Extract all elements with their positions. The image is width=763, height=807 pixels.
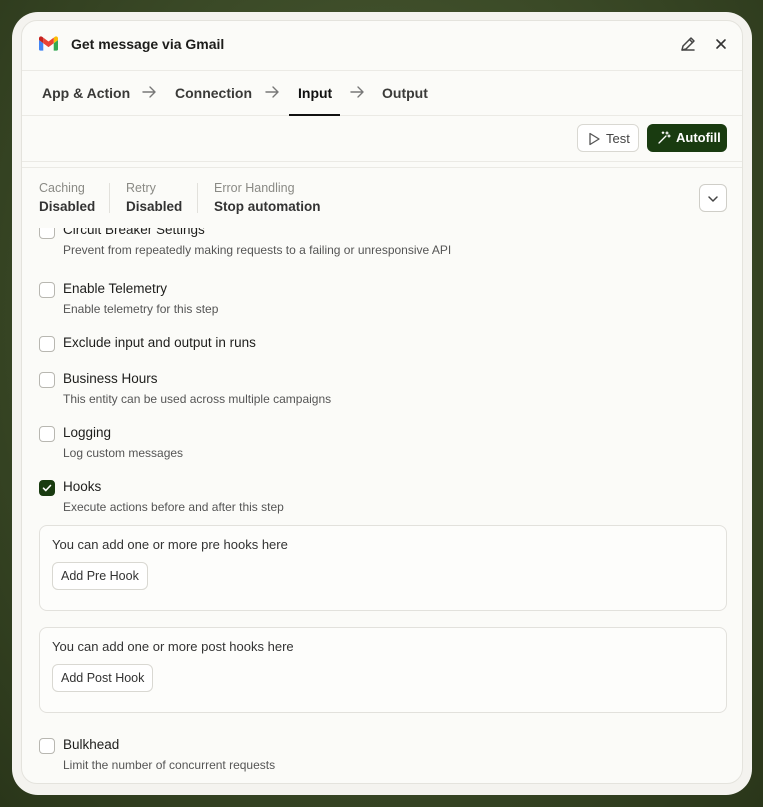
test-button-label: Test (606, 131, 630, 146)
summary-label: Caching (39, 181, 85, 195)
edit-button[interactable] (678, 34, 698, 54)
test-button[interactable]: Test (577, 124, 639, 152)
chevron-down-icon (708, 196, 718, 202)
tab-input[interactable]: Input (298, 85, 332, 101)
gmail-logo (39, 36, 58, 51)
setting-title: Business Hours (63, 371, 158, 386)
summary-caching: Caching Disabled (39, 181, 95, 214)
setting-title: Circuit Breaker Settings (63, 228, 205, 237)
close-icon (716, 39, 726, 49)
expand-summary-button[interactable] (699, 184, 727, 212)
tab-app-action[interactable]: App & Action (42, 85, 130, 101)
step-config-panel: Get message via Gmail App & Action Conne… (21, 20, 743, 784)
setting-description: Enable telemetry for this step (63, 302, 219, 316)
arrow-right-icon (142, 86, 156, 98)
page-title: Get message via Gmail (71, 36, 225, 52)
setting-description: This entity can be used across multiple … (63, 392, 332, 406)
setting-title: Enable Telemetry (63, 281, 168, 296)
divider (109, 183, 110, 213)
summary-value: Disabled (39, 199, 96, 214)
setting-description: Log custom messages (63, 446, 184, 460)
circuit-breaker-checkbox[interactable] (39, 228, 55, 239)
summary-label: Error Handling (214, 181, 295, 195)
tab-connection[interactable]: Connection (175, 85, 252, 101)
arrow-right-icon (350, 86, 364, 98)
exclude-io-checkbox[interactable] (39, 336, 55, 352)
tab-output[interactable]: Output (382, 85, 428, 101)
summary-value: Disabled (126, 199, 183, 214)
post-hooks-box: You can add one or more post hooks here … (39, 627, 727, 713)
pre-hooks-box: You can add one or more pre hooks here A… (39, 525, 727, 611)
pencil-icon (681, 37, 695, 51)
setting-title: Bulkhead (63, 737, 120, 752)
settings-list[interactable]: Circuit Breaker Settings Prevent from re… (22, 228, 742, 783)
setting-description: Prevent from repeatedly making requests … (63, 243, 452, 257)
magic-wand-icon (658, 131, 671, 144)
autofill-button-label: Autofill (676, 130, 721, 145)
toolbar: Test Autofill (22, 116, 742, 162)
autofill-button[interactable]: Autofill (647, 124, 727, 152)
summary-retry: Retry Disabled (126, 181, 182, 214)
setting-title: Logging (63, 425, 112, 440)
post-hooks-hint: You can add one or more post hooks here (52, 639, 294, 654)
summary-label: Retry (126, 181, 156, 195)
enable-telemetry-checkbox[interactable] (39, 282, 55, 298)
setting-description: Execute actions before and after this st… (63, 500, 284, 514)
setting-title: Hooks (63, 479, 102, 494)
add-post-hook-button[interactable]: Add Post Hook (52, 664, 154, 692)
divider (197, 183, 198, 213)
setting-title: Exclude input and output in runs (63, 335, 256, 350)
close-button[interactable] (711, 34, 731, 54)
pre-hooks-hint: You can add one or more pre hooks here (52, 537, 288, 552)
arrow-right-icon (265, 86, 279, 98)
summary-value: Stop automation (214, 199, 321, 214)
step-tabs: App & Action Connection Input Output (22, 71, 742, 116)
add-pre-hook-button[interactable]: Add Pre Hook (52, 562, 148, 590)
checkmark-icon (42, 484, 52, 492)
summary-error-handling: Error Handling Stop automation (214, 181, 321, 214)
bulkhead-checkbox[interactable] (39, 738, 55, 754)
logging-checkbox[interactable] (39, 426, 55, 442)
panel-header: Get message via Gmail (22, 21, 742, 71)
play-icon (589, 132, 600, 146)
setting-description: Limit the number of concurrent requests (63, 758, 276, 772)
business-hours-checkbox[interactable] (39, 372, 55, 388)
hooks-checkbox[interactable] (39, 480, 55, 496)
settings-summary: Caching Disabled Retry Disabled Error Ha… (22, 168, 742, 228)
